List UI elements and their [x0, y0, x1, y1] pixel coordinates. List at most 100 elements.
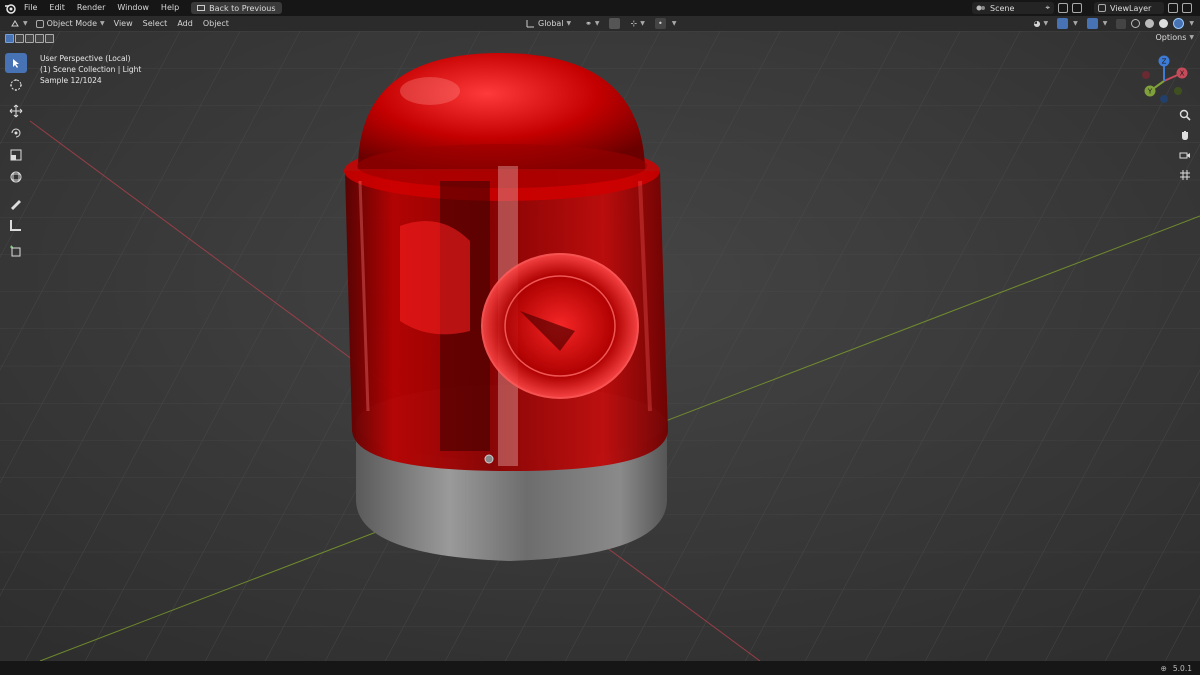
- object-mode-icon: [35, 19, 44, 28]
- chevron-down-icon[interactable]: ▼: [672, 20, 677, 27]
- scale-icon: [10, 149, 22, 161]
- scene-render: [0, 31, 1200, 661]
- neg-y-axis-handle[interactable]: [1174, 87, 1182, 95]
- xray-toggle-icon[interactable]: [1116, 18, 1127, 29]
- grid-view-button[interactable]: [1176, 167, 1194, 183]
- viewlayer-name: ViewLayer: [1110, 3, 1152, 13]
- menu-render[interactable]: Render: [71, 0, 111, 16]
- select-intersect-icon[interactable]: [45, 34, 54, 43]
- pin-icon[interactable]: ⌖: [1045, 3, 1050, 13]
- back-to-previous-button[interactable]: Back to Previous: [191, 2, 282, 14]
- chevron-down-icon: ▼: [100, 20, 105, 27]
- z-axis-label: Z: [1162, 58, 1167, 66]
- measure-tool[interactable]: [5, 215, 27, 235]
- chevron-down-icon: ▼: [566, 20, 572, 27]
- select-new-icon[interactable]: [5, 34, 14, 43]
- grid-icon: [1180, 170, 1190, 180]
- add-cube-icon: [10, 245, 21, 257]
- zoom-button[interactable]: [1176, 107, 1194, 123]
- menu-help[interactable]: Help: [155, 0, 185, 16]
- gizmo-toggle-icon[interactable]: [1057, 18, 1069, 29]
- chevron-down-icon[interactable]: ▼: [1189, 20, 1194, 27]
- menu-edit[interactable]: Edit: [43, 0, 71, 16]
- menu-window[interactable]: Window: [111, 0, 155, 16]
- menu-view[interactable]: View: [109, 19, 138, 28]
- rotate-tool[interactable]: [5, 123, 27, 143]
- new-scene-icon[interactable]: [1058, 3, 1068, 13]
- select-extend-icon[interactable]: [15, 34, 24, 43]
- eye-icon: ◕: [1033, 19, 1041, 28]
- options-label: Options: [1155, 33, 1187, 42]
- snap-dropdown[interactable]: ⊹ ▼: [626, 19, 648, 28]
- delete-viewlayer-icon[interactable]: [1182, 3, 1192, 13]
- viewport-info: User Perspective (Local) (1) Scene Colle…: [40, 53, 141, 86]
- viewport-nav-tools: [1176, 107, 1194, 183]
- rendered-shading-icon[interactable]: [1173, 18, 1185, 29]
- top-bar: File Edit Render Window Help Back to Pre…: [0, 0, 1200, 16]
- chevron-down-icon: ▼: [23, 20, 28, 27]
- select-box-icon: [13, 59, 19, 68]
- viewlayer-selector[interactable]: ViewLayer: [1094, 2, 1164, 14]
- orientation-label: Global: [538, 19, 564, 28]
- options-dropdown[interactable]: Options ▼: [1156, 33, 1195, 42]
- menu-file[interactable]: File: [18, 0, 43, 16]
- chevron-down-icon: ▼: [594, 20, 600, 27]
- proportional-edit-icon[interactable]: •: [654, 18, 666, 29]
- snap-toggle-icon[interactable]: [609, 18, 621, 29]
- viewport-header: ▼ Object Mode ▼ View Select Add Object G…: [0, 16, 1200, 31]
- pan-icon: [1182, 131, 1188, 140]
- orientation-icon: [526, 20, 534, 28]
- select-box-tool[interactable]: [5, 53, 27, 73]
- transform-icon: [10, 171, 22, 183]
- mode-dropdown[interactable]: Object Mode ▼: [32, 19, 109, 28]
- scene-icon: [976, 5, 985, 11]
- neg-x-axis-handle[interactable]: [1142, 71, 1150, 79]
- menu-object[interactable]: Object: [198, 19, 234, 28]
- chevron-down-icon: ▼: [640, 20, 645, 27]
- 3d-viewport-icon: [11, 20, 19, 27]
- annotate-tool[interactable]: [5, 193, 27, 213]
- wireframe-shading-icon[interactable]: [1131, 19, 1141, 28]
- menu-select[interactable]: Select: [138, 19, 173, 28]
- back-icon: [197, 5, 206, 11]
- collection-label: (1) Scene Collection | Light: [40, 65, 142, 74]
- navigation-gizmo[interactable]: X Y Z: [1136, 51, 1196, 111]
- select-mode-group: [5, 34, 54, 43]
- chevron-down-icon: ▼: [1043, 20, 1049, 27]
- zoom-icon: [1179, 109, 1191, 121]
- material-shading-icon[interactable]: [1159, 19, 1169, 28]
- status-bar: ⊕ 5.0.1: [0, 661, 1200, 675]
- move-tool[interactable]: [5, 101, 27, 121]
- overlay-toggle-icon[interactable]: [1086, 18, 1098, 29]
- camera-icon: [1179, 152, 1190, 159]
- editor-type-dropdown[interactable]: ▼: [6, 19, 32, 28]
- chevron-down-icon: ▼: [1189, 34, 1194, 41]
- new-viewlayer-icon[interactable]: [1168, 3, 1178, 13]
- select-subtract-icon[interactable]: [25, 34, 34, 43]
- transform-tool[interactable]: [5, 167, 27, 187]
- scene-selector[interactable]: Scene ⌖: [972, 2, 1054, 14]
- pivot-dropdown[interactable]: ⚭ ▼: [581, 19, 603, 28]
- add-cube-tool[interactable]: [5, 241, 27, 261]
- neg-z-axis-handle[interactable]: [1160, 95, 1168, 103]
- pan-button[interactable]: [1176, 127, 1194, 143]
- cursor-tool[interactable]: [5, 75, 27, 95]
- blender-logo-icon[interactable]: [2, 0, 18, 16]
- visibility-dropdown[interactable]: ◕ ▼: [1030, 19, 1053, 28]
- annotate-icon: [11, 200, 21, 210]
- chevron-down-icon[interactable]: ▼: [1103, 20, 1108, 27]
- measure-icon: [10, 220, 21, 231]
- 3d-viewport[interactable]: Options ▼ User Perspective (Local) (1) S…: [0, 31, 1200, 661]
- cursor-icon: [10, 79, 22, 91]
- scene-name: Scene: [990, 3, 1015, 13]
- solid-shading-icon[interactable]: [1145, 19, 1155, 28]
- delete-scene-icon[interactable]: [1072, 3, 1082, 13]
- chevron-down-icon[interactable]: ▼: [1073, 20, 1078, 27]
- camera-view-button[interactable]: [1176, 147, 1194, 163]
- menu-add[interactable]: Add: [172, 19, 198, 28]
- move-icon: [9, 104, 23, 118]
- orientation-dropdown[interactable]: Global ▼: [522, 19, 575, 28]
- scale-tool[interactable]: [5, 145, 27, 165]
- select-invert-icon[interactable]: [35, 34, 44, 43]
- version-label: 5.0.1: [1172, 663, 1192, 673]
